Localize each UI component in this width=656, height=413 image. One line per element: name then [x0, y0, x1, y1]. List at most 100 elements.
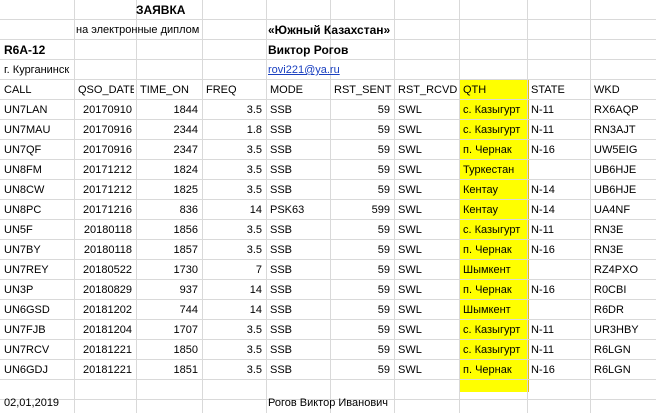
table-cell-state[interactable]: N-11: [531, 220, 588, 240]
table-cell-freq[interactable]: 3.5: [204, 100, 262, 120]
table-cell-qth[interactable]: Шымкент: [463, 300, 525, 320]
table-cell-rst-sent[interactable]: 59: [332, 140, 390, 160]
table-cell-date[interactable]: 20170916: [76, 140, 132, 160]
table-cell-time[interactable]: 1824: [138, 160, 198, 180]
table-cell-date[interactable]: 20181221: [76, 360, 132, 380]
table-cell-rst-sent[interactable]: 59: [332, 120, 390, 140]
table-cell-qth[interactable]: с. Казыгурт: [463, 100, 525, 120]
table-cell-call[interactable]: UN8FM: [4, 160, 72, 180]
table-cell-rst-rcvd[interactable]: SWL: [398, 300, 457, 320]
subtitle-cell[interactable]: на электронные диплом: [76, 20, 256, 40]
table-cell-rst-sent[interactable]: 599: [332, 200, 390, 220]
table-cell-rst-rcvd[interactable]: SWL: [398, 180, 457, 200]
table-cell-qth[interactable]: п. Чернак: [463, 240, 525, 260]
table-cell-rst-sent[interactable]: 59: [332, 160, 390, 180]
column-header-rst-rcvd[interactable]: RST_RCVD: [398, 80, 457, 100]
table-cell-freq[interactable]: 3.5: [204, 140, 262, 160]
table-cell-rst-rcvd[interactable]: SWL: [398, 240, 457, 260]
table-cell-qth[interactable]: п. Чернак: [463, 280, 525, 300]
table-cell-freq[interactable]: 3.5: [204, 360, 262, 380]
table-cell-wkd[interactable]: UB6HJE: [594, 180, 654, 200]
table-cell-mode[interactable]: SSB: [270, 260, 328, 280]
city-cell[interactable]: г. Курганинск: [4, 60, 134, 80]
table-cell-mode[interactable]: SSB: [270, 160, 328, 180]
column-header-qth[interactable]: QTH: [463, 80, 525, 100]
table-cell-qth[interactable]: с. Казыгурт: [463, 320, 525, 340]
table-cell-call[interactable]: UN6GSD: [4, 300, 72, 320]
column-header-call[interactable]: CALL: [4, 80, 72, 100]
table-cell-wkd[interactable]: R6LGN: [594, 340, 654, 360]
table-cell-wkd[interactable]: R6DR: [594, 300, 654, 320]
table-cell-state[interactable]: [531, 160, 588, 180]
table-cell-qth[interactable]: с. Казыгурт: [463, 120, 525, 140]
table-cell-wkd[interactable]: R0CBI: [594, 280, 654, 300]
table-cell-rst-rcvd[interactable]: SWL: [398, 340, 457, 360]
table-cell-freq[interactable]: 14: [204, 280, 262, 300]
table-cell-qth[interactable]: Кентау: [463, 180, 525, 200]
table-cell-mode[interactable]: SSB: [270, 320, 328, 340]
table-cell-rst-rcvd[interactable]: SWL: [398, 160, 457, 180]
table-cell-state[interactable]: N-11: [531, 340, 588, 360]
table-cell-mode[interactable]: SSB: [270, 360, 328, 380]
table-cell-date[interactable]: 20171212: [76, 160, 132, 180]
table-cell-rst-rcvd[interactable]: SWL: [398, 280, 457, 300]
table-cell-time[interactable]: 1844: [138, 100, 198, 120]
email-link[interactable]: rovi221@ya.ru: [268, 60, 388, 80]
callsign-cell[interactable]: R6A-12: [4, 40, 74, 60]
table-cell-date[interactable]: 20180522: [76, 260, 132, 280]
table-cell-wkd[interactable]: UW5EIG: [594, 140, 654, 160]
table-cell-call[interactable]: UN7MAU: [4, 120, 72, 140]
table-cell-mode[interactable]: SSB: [270, 280, 328, 300]
table-cell-state[interactable]: N-16: [531, 140, 588, 160]
table-cell-time[interactable]: 836: [138, 200, 198, 220]
table-cell-qth[interactable]: с. Казыгурт: [463, 220, 525, 240]
table-cell-rst-sent[interactable]: 59: [332, 220, 390, 240]
table-cell-wkd[interactable]: RX6AQP: [594, 100, 654, 120]
table-cell-state[interactable]: N-11: [531, 100, 588, 120]
table-cell-time[interactable]: 1856: [138, 220, 198, 240]
table-cell-freq[interactable]: 3.5: [204, 160, 262, 180]
table-cell-call[interactable]: UN5F: [4, 220, 72, 240]
table-cell-call[interactable]: UN8CW: [4, 180, 72, 200]
table-cell-rst-rcvd[interactable]: SWL: [398, 120, 457, 140]
table-cell-time[interactable]: 1851: [138, 360, 198, 380]
table-cell-time[interactable]: 1825: [138, 180, 198, 200]
table-cell-state[interactable]: N-11: [531, 120, 588, 140]
table-cell-date[interactable]: 20180118: [76, 220, 132, 240]
table-cell-rst-rcvd[interactable]: SWL: [398, 260, 457, 280]
table-cell-rst-rcvd[interactable]: SWL: [398, 200, 457, 220]
table-cell-rst-rcvd[interactable]: SWL: [398, 360, 457, 380]
table-cell-freq[interactable]: 7: [204, 260, 262, 280]
table-cell-freq[interactable]: 3.5: [204, 240, 262, 260]
table-cell-date[interactable]: 20170916: [76, 120, 132, 140]
column-header-mode[interactable]: MODE: [270, 80, 328, 100]
table-cell-mode[interactable]: SSB: [270, 100, 328, 120]
table-cell-freq[interactable]: 3.5: [204, 340, 262, 360]
table-cell-freq[interactable]: 3.5: [204, 320, 262, 340]
table-cell-mode[interactable]: SSB: [270, 120, 328, 140]
table-cell-wkd[interactable]: UR3HBY: [594, 320, 654, 340]
table-cell-freq[interactable]: 1.8: [204, 120, 262, 140]
table-cell-qth[interactable]: Туркестан: [463, 160, 525, 180]
table-cell-freq[interactable]: 14: [204, 300, 262, 320]
table-cell-state[interactable]: [531, 300, 588, 320]
table-cell-rst-sent[interactable]: 59: [332, 300, 390, 320]
table-cell-rst-sent[interactable]: 59: [332, 340, 390, 360]
table-cell-call[interactable]: UN7REY: [4, 260, 72, 280]
table-cell-state[interactable]: N-14: [531, 180, 588, 200]
table-cell-date[interactable]: 20181221: [76, 340, 132, 360]
table-cell-time[interactable]: 1850: [138, 340, 198, 360]
column-header-rst-sent[interactable]: RST_SENT: [334, 80, 392, 100]
operator-name-cell[interactable]: Виктор Рогов: [268, 40, 448, 60]
table-cell-qth[interactable]: Шымкент: [463, 260, 525, 280]
table-cell-wkd[interactable]: R6LGN: [594, 360, 654, 380]
table-cell-qth[interactable]: п. Чернак: [463, 360, 525, 380]
table-cell-qth[interactable]: с. Казыгурт: [463, 340, 525, 360]
table-cell-call[interactable]: UN8PC: [4, 200, 72, 220]
table-cell-qth[interactable]: п. Чернак: [463, 140, 525, 160]
table-cell-mode[interactable]: SSB: [270, 220, 328, 240]
table-cell-date[interactable]: 20181204: [76, 320, 132, 340]
table-cell-call[interactable]: UN7LAN: [4, 100, 72, 120]
column-header-freq[interactable]: FREQ: [206, 80, 264, 100]
table-cell-call[interactable]: UN7RCV: [4, 340, 72, 360]
